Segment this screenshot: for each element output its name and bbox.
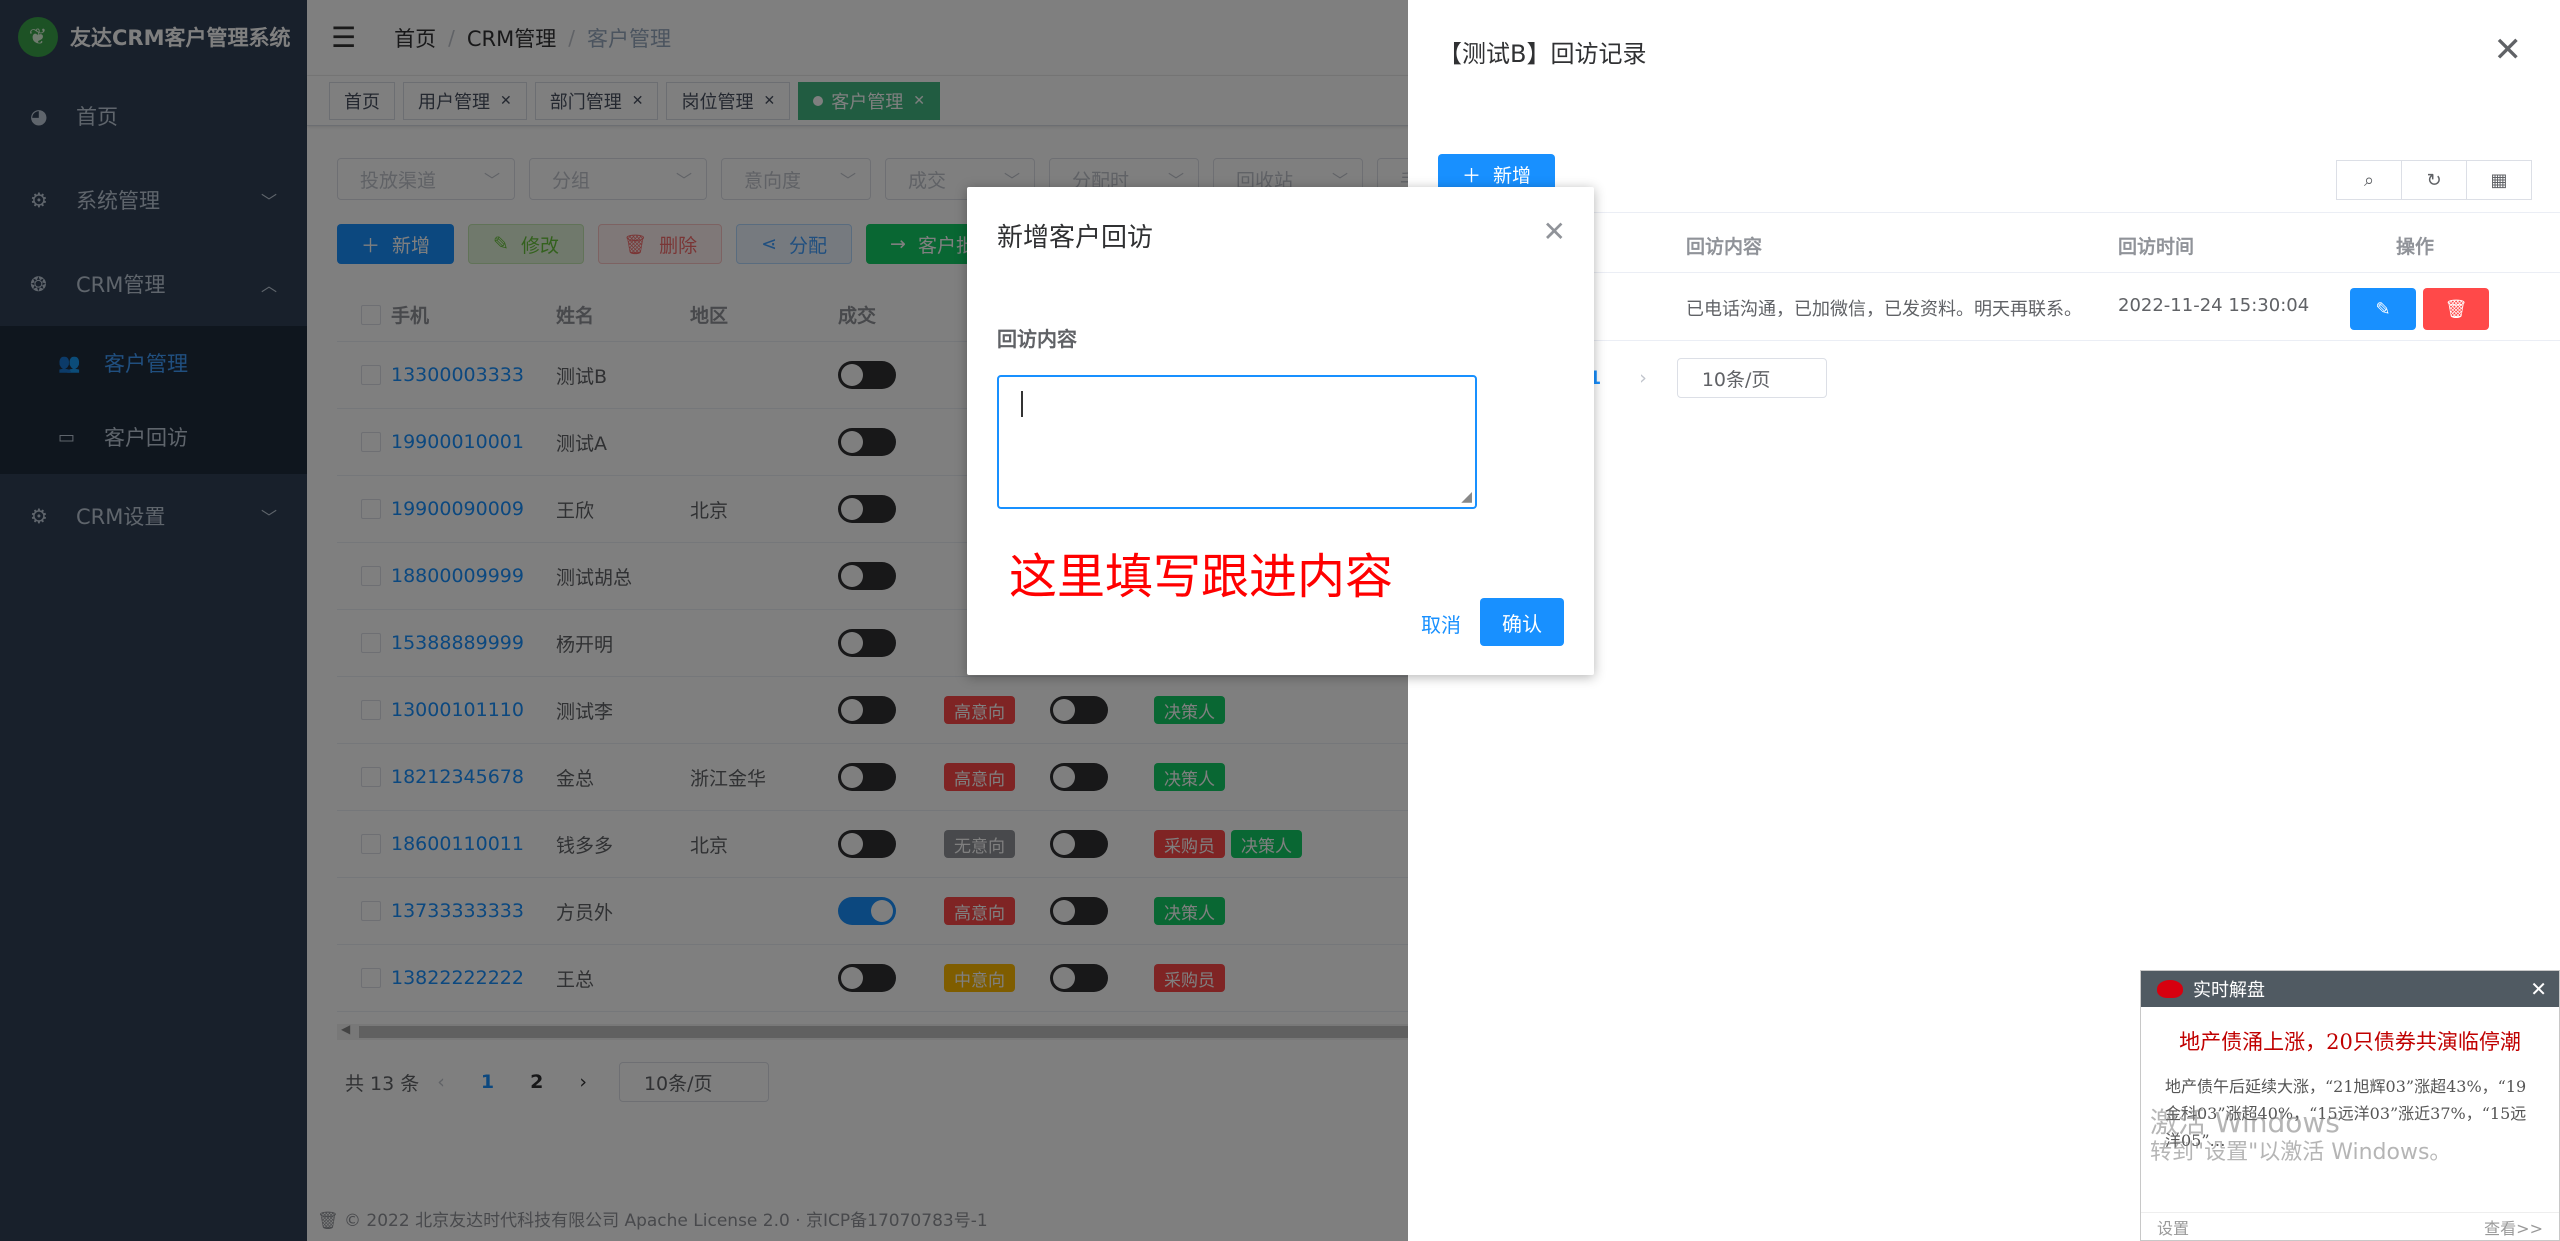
news-settings-link[interactable]: 设置 (2157, 1215, 2189, 1239)
watermark-line2: 转到"设置"以激活 Windows。 (2150, 1140, 2452, 1165)
huawei-logo-icon (2157, 980, 2183, 998)
record-delete-button[interactable]: 🗑 (2423, 288, 2489, 330)
content-textarea[interactable]: ◢ (997, 375, 1477, 509)
windows-activation-watermark: 激活 Windows 转到"设置"以激活 Windows。 (2150, 1108, 2451, 1168)
col-time: 回访时间 (2118, 236, 2195, 258)
record-content: 已电话沟通，已加微信，已发资料。明天再联系。 (1686, 299, 2082, 320)
col-content: 回访内容 (1686, 236, 1763, 258)
plus-icon: ＋ (1462, 164, 1482, 187)
columns-icon[interactable]: ▦ (2466, 160, 2532, 200)
record-time: 2022-11-24 15:30:04 (2118, 295, 2310, 316)
search-icon[interactable]: ⌕ (2336, 160, 2402, 200)
drawer-title: 【测试B】回访记录 (1438, 40, 1647, 68)
content-label: 回访内容 (997, 327, 1077, 351)
page-size-select[interactable]: 10条/页 (1676, 358, 1827, 398)
news-view-link[interactable]: 查看>> (2484, 1215, 2543, 1239)
watermark-line1: 激活 Windows (2150, 1106, 2340, 1139)
add-followup-dialog: 新增客户回访 ✕ 回访内容 ◢ 这里填写跟进内容 取消 确认 (967, 187, 1594, 675)
close-icon[interactable]: ✕ (2530, 977, 2547, 1001)
button-label: 新增 (1493, 164, 1532, 187)
news-title[interactable]: 地产债涌上涨，20只债券共演临停潮 (2141, 1007, 2559, 1057)
refresh-icon[interactable]: ↻ (2401, 160, 2467, 200)
col-op: 操作 (2396, 236, 2435, 258)
cancel-button[interactable]: 取消 (1421, 609, 1461, 638)
news-footer: 设置 查看>> (2141, 1212, 2559, 1240)
table-toolbar: ⌕ ↻ ▦ (2336, 160, 2532, 200)
page-size-label: 10条/页 (1701, 368, 1771, 391)
drawer-pagination: 1 › 10条/页 (1588, 358, 1827, 398)
dialog-title: 新增客户回访 (997, 223, 1154, 253)
record-edit-button[interactable]: ✎ (2350, 288, 2416, 330)
news-header: 实时解盘 ✕ (2141, 971, 2559, 1007)
text-cursor (1021, 391, 1023, 417)
close-icon[interactable]: ✕ (1543, 215, 1566, 248)
resize-grip-icon[interactable]: ◢ (1461, 489, 1472, 505)
edit-icon: ✎ (2375, 298, 2391, 320)
news-header-label: 实时解盘 (2193, 980, 2265, 1001)
annotation-text: 这里填写跟进内容 (1009, 549, 1394, 605)
next-page-icon[interactable]: › (1639, 367, 1647, 389)
trash-icon: 🗑 (2444, 298, 2468, 320)
confirm-button[interactable]: 确认 (1480, 598, 1564, 646)
close-icon[interactable]: ✕ (2494, 30, 2523, 70)
